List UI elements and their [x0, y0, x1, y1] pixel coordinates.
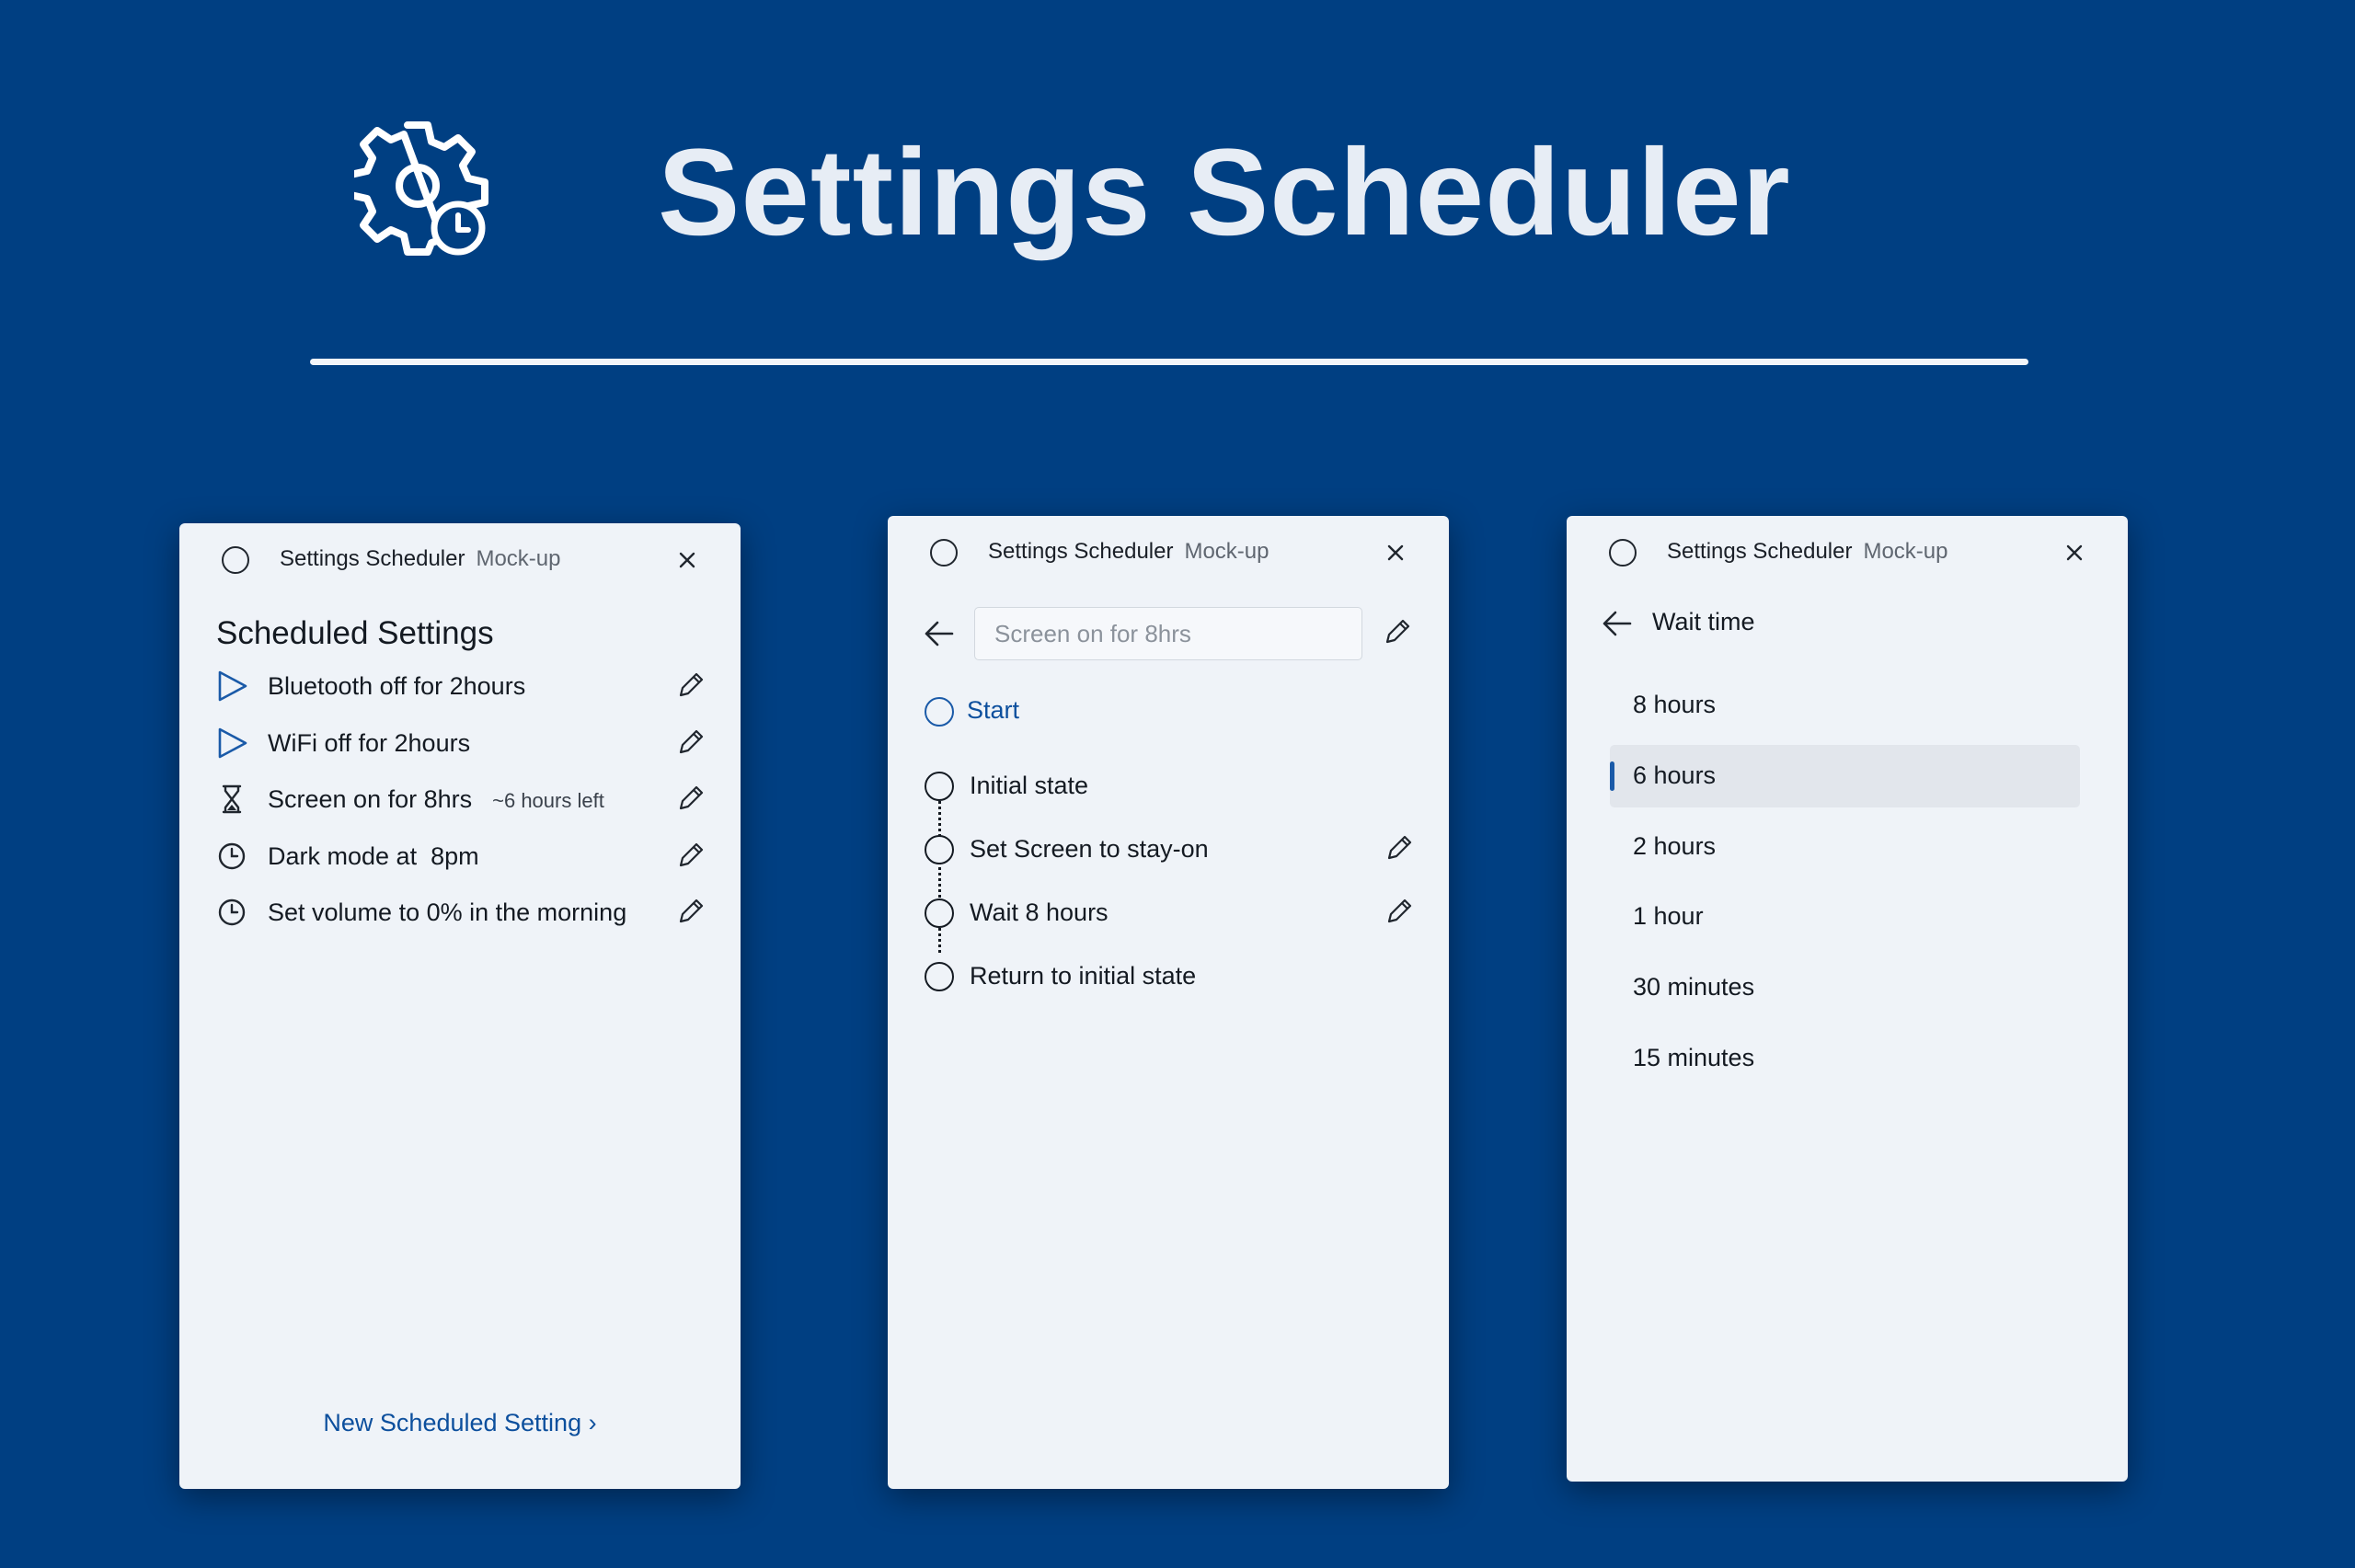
app-circle-icon [222, 546, 249, 574]
start-radio[interactable] [925, 697, 954, 727]
schedule-item-label: Screen on for 8hrs ~6 hours left [268, 785, 604, 814]
step-node [925, 898, 954, 928]
start-label[interactable]: Start [967, 696, 1019, 725]
back-arrow-icon[interactable] [1599, 605, 1636, 642]
back-arrow-icon[interactable] [921, 615, 958, 652]
step-node [925, 962, 954, 991]
wait-option-label: 8 hours [1633, 691, 1717, 718]
page-title: Settings Scheduler [658, 124, 1791, 261]
app-name: Settings Scheduler [280, 546, 465, 571]
app-circle-icon [930, 539, 958, 567]
window-title: Settings Scheduler Mock-up [988, 539, 1269, 565]
window-title: Settings Scheduler Mock-up [280, 546, 561, 572]
wait-option-label: 15 minutes [1633, 1044, 1755, 1071]
wait-option-selected[interactable]: 6 hours [1610, 745, 2080, 807]
pencil-icon[interactable] [1383, 831, 1416, 864]
wait-time-title: Wait time [1652, 608, 1755, 635]
app-subtitle: Mock-up [1863, 539, 1948, 564]
app-subtitle: Mock-up [1184, 539, 1269, 564]
pencil-icon[interactable] [674, 895, 707, 928]
wait-option[interactable]: 8 hours [1610, 674, 2080, 737]
close-icon[interactable] [2062, 540, 2087, 566]
schedule-item[interactable]: Dark mode at 8pm [179, 831, 741, 883]
step-label: Set Screen to stay-on [970, 835, 1209, 863]
window-titlebar: Settings Scheduler Mock-up [179, 523, 741, 597]
gear-clock-icon [354, 121, 488, 256]
clock-icon [218, 842, 246, 870]
app-subtitle: Mock-up [476, 546, 561, 571]
step-node [925, 772, 954, 801]
pencil-icon[interactable] [674, 839, 707, 872]
schedule-item[interactable]: Set volume to 0% in the morning [179, 887, 741, 939]
window-title: Settings Scheduler Mock-up [1667, 539, 1948, 565]
schedule-name-input[interactable] [974, 607, 1362, 660]
app-circle-icon [1609, 539, 1637, 567]
schedule-detail-window: Settings Scheduler Mock-up Start Initial … [888, 516, 1449, 1489]
schedule-item[interactable]: WiFi off for 2hours [179, 718, 741, 770]
schedule-item[interactable]: Screen on for 8hrs ~6 hours left [179, 774, 741, 826]
close-icon[interactable] [1383, 540, 1408, 566]
window-titlebar: Settings Scheduler Mock-up [888, 516, 1449, 589]
schedule-item[interactable]: Bluetooth off for 2hours [179, 661, 741, 713]
wait-option-label: 1 hour [1633, 902, 1704, 930]
wait-option-label: 2 hours [1633, 832, 1717, 860]
step-node [925, 835, 954, 864]
close-icon[interactable] [674, 547, 700, 573]
section-heading: Scheduled Settings [216, 615, 494, 651]
step-label: Return to initial state [970, 962, 1197, 990]
clock-icon [218, 898, 246, 926]
app-name: Settings Scheduler [1667, 539, 1853, 564]
pencil-icon[interactable] [674, 669, 707, 702]
wait-option-label: 30 minutes [1633, 973, 1755, 1001]
wait-time-window: Settings Scheduler Mock-up Wait time 8 ho… [1567, 516, 2128, 1482]
scheduled-list-window: Settings Scheduler Mock-up Scheduled Sett… [179, 523, 741, 1489]
schedule-item-text: Screen on for 8hrs [268, 785, 473, 813]
hourglass-icon [222, 784, 242, 814]
pencil-icon[interactable] [674, 782, 707, 815]
step-label: Initial state [970, 772, 1089, 799]
window-titlebar: Settings Scheduler Mock-up [1567, 516, 2128, 589]
schedule-item-label: Dark mode at 8pm [268, 842, 479, 870]
play-icon [218, 727, 247, 759]
pencil-icon[interactable] [1381, 615, 1414, 648]
schedule-item-label: Bluetooth off for 2hours [268, 672, 526, 700]
play-icon [218, 670, 247, 702]
wait-option-label: 6 hours [1633, 761, 1717, 789]
schedule-item-label: WiFi off for 2hours [268, 729, 471, 757]
new-scheduled-setting-link[interactable]: New Scheduled Setting › [179, 1409, 741, 1437]
pencil-icon[interactable] [674, 726, 707, 759]
wait-option[interactable]: 30 minutes [1610, 956, 2080, 1019]
title-divider [310, 359, 2028, 365]
schedule-item-label: Set volume to 0% in the morning [268, 898, 627, 926]
wait-option[interactable]: 15 minutes [1610, 1027, 2080, 1090]
wait-option[interactable]: 1 hour [1610, 886, 2080, 948]
step-label: Wait 8 hours [970, 898, 1109, 926]
pencil-icon[interactable] [1383, 895, 1416, 928]
wait-option[interactable]: 2 hours [1610, 816, 2080, 878]
time-left-note: ~6 hours left [492, 789, 604, 812]
app-name: Settings Scheduler [988, 539, 1174, 564]
